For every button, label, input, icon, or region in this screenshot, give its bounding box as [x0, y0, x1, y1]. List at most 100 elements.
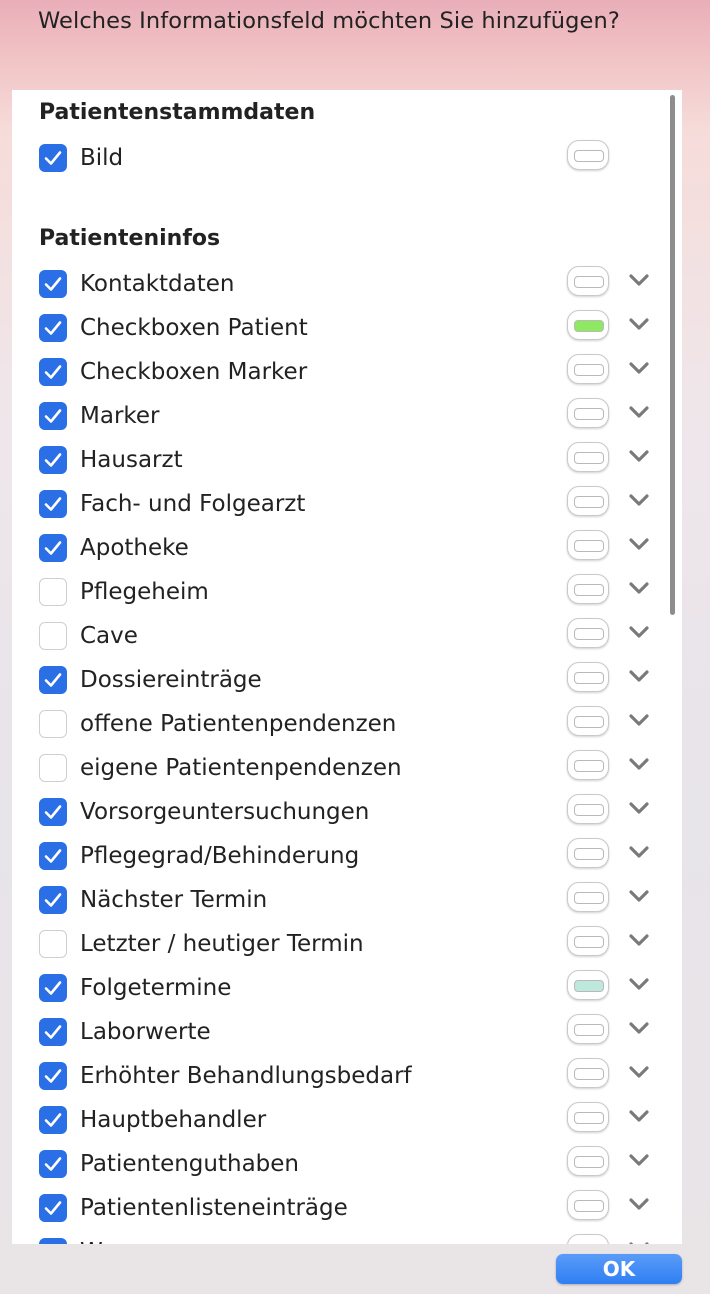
field-row[interactable]: Pflegegrad/Behinderung — [12, 836, 682, 880]
field-row[interactable]: Hausarzt — [12, 440, 682, 484]
color-swatch-icon[interactable] — [567, 1234, 609, 1244]
field-row[interactable]: Cave — [12, 616, 682, 660]
color-swatch-icon[interactable] — [567, 1058, 609, 1088]
field-checkbox[interactable] — [39, 534, 67, 562]
chevron-down-icon[interactable] — [628, 713, 650, 727]
color-swatch-icon[interactable] — [567, 706, 609, 736]
field-row[interactable]: Nächster Termin — [12, 880, 682, 924]
chevron-down-icon[interactable] — [628, 449, 650, 463]
color-swatch-icon[interactable] — [567, 662, 609, 692]
field-checkbox[interactable] — [39, 930, 67, 958]
field-checkbox[interactable] — [39, 974, 67, 1002]
color-swatch-icon[interactable] — [567, 750, 609, 780]
color-swatch-icon[interactable] — [567, 794, 609, 824]
field-checkbox[interactable] — [39, 886, 67, 914]
color-swatch-fill — [574, 1200, 604, 1212]
chevron-down-icon[interactable] — [628, 537, 650, 551]
color-swatch-icon[interactable] — [567, 354, 609, 384]
chevron-down-icon[interactable] — [628, 581, 650, 595]
field-row[interactable]: eigene Patientenpendenzen — [12, 748, 682, 792]
field-row[interactable]: Kontaktdaten — [12, 264, 682, 308]
field-checkbox[interactable] — [39, 1018, 67, 1046]
field-checkbox[interactable] — [39, 1194, 67, 1222]
ok-button[interactable]: OK — [556, 1254, 682, 1284]
color-swatch-icon[interactable] — [567, 486, 609, 516]
color-swatch-icon[interactable] — [567, 1014, 609, 1044]
field-row[interactable]: Fach- und Folgearzt — [12, 484, 682, 528]
field-row[interactable]: Letzter / heutiger Termin — [12, 924, 682, 968]
chevron-down-icon[interactable] — [628, 1065, 650, 1079]
field-list-panel[interactable]: Patientenstammdaten Bild Patienteninfos Kon… — [12, 90, 682, 1244]
chevron-down-icon[interactable] — [628, 1153, 650, 1167]
chevron-down-icon[interactable] — [628, 845, 650, 859]
field-row[interactable]: Laborwerte — [12, 1012, 682, 1056]
scrollbar-thumb[interactable] — [670, 95, 675, 615]
color-swatch-icon[interactable] — [567, 442, 609, 472]
field-row[interactable]: Dossiereinträge — [12, 660, 682, 704]
chevron-down-icon[interactable] — [628, 1109, 650, 1123]
chevron-down-icon[interactable] — [628, 1197, 650, 1211]
field-checkbox[interactable] — [39, 144, 67, 172]
field-checkbox[interactable] — [39, 1238, 67, 1244]
field-row[interactable]: Pflegeheim — [12, 572, 682, 616]
color-swatch-fill — [574, 452, 604, 464]
chevron-down-icon[interactable] — [628, 273, 650, 287]
chevron-down-icon[interactable] — [628, 493, 650, 507]
color-swatch-icon[interactable] — [567, 574, 609, 604]
field-checkbox[interactable] — [39, 490, 67, 518]
chevron-down-icon[interactable] — [628, 1021, 650, 1035]
field-checkbox[interactable] — [39, 842, 67, 870]
color-swatch-icon[interactable] — [567, 926, 609, 956]
chevron-down-icon[interactable] — [628, 933, 650, 947]
field-checkbox[interactable] — [39, 1062, 67, 1090]
field-checkbox[interactable] — [39, 314, 67, 342]
color-swatch-icon[interactable] — [567, 1102, 609, 1132]
field-checkbox[interactable] — [39, 622, 67, 650]
field-row[interactable]: Checkboxen Marker — [12, 352, 682, 396]
field-row[interactable]: Checkboxen Patient — [12, 308, 682, 352]
field-row[interactable]: Bild — [12, 138, 682, 182]
color-swatch-icon[interactable] — [567, 970, 609, 1000]
color-swatch-icon[interactable] — [567, 1190, 609, 1220]
field-checkbox[interactable] — [39, 798, 67, 826]
field-checkbox[interactable] — [39, 1106, 67, 1134]
chevron-down-icon[interactable] — [628, 625, 650, 639]
field-row[interactable]: Erhöhter Behandlungsbedarf — [12, 1056, 682, 1100]
field-row[interactable]: Marker — [12, 396, 682, 440]
chevron-down-icon[interactable] — [628, 1241, 650, 1244]
color-swatch-icon[interactable] — [567, 530, 609, 560]
field-row[interactable]: Apotheke — [12, 528, 682, 572]
color-swatch-icon[interactable] — [567, 1146, 609, 1176]
field-checkbox[interactable] — [39, 270, 67, 298]
field-checkbox[interactable] — [39, 402, 67, 430]
chevron-down-icon[interactable] — [628, 889, 650, 903]
color-swatch-icon[interactable] — [567, 618, 609, 648]
field-row[interactable]: Patientenlisteneinträge — [12, 1188, 682, 1232]
field-row[interactable]: Patientenguthaben — [12, 1144, 682, 1188]
chevron-down-icon[interactable] — [628, 317, 650, 331]
color-swatch-icon[interactable] — [567, 140, 609, 170]
chevron-down-icon[interactable] — [628, 977, 650, 991]
field-checkbox[interactable] — [39, 1150, 67, 1178]
color-swatch-icon[interactable] — [567, 266, 609, 296]
chevron-down-icon[interactable] — [628, 801, 650, 815]
field-checkbox[interactable] — [39, 358, 67, 386]
color-swatch-icon[interactable] — [567, 398, 609, 428]
field-checkbox[interactable] — [39, 446, 67, 474]
field-checkbox[interactable] — [39, 754, 67, 782]
field-row[interactable]: W — [12, 1232, 682, 1244]
color-swatch-icon[interactable] — [567, 838, 609, 868]
color-swatch-icon[interactable] — [567, 310, 609, 340]
chevron-down-icon[interactable] — [628, 405, 650, 419]
field-checkbox[interactable] — [39, 710, 67, 738]
field-row[interactable]: offene Patientenpendenzen — [12, 704, 682, 748]
chevron-down-icon[interactable] — [628, 361, 650, 375]
color-swatch-icon[interactable] — [567, 882, 609, 912]
chevron-down-icon[interactable] — [628, 757, 650, 771]
chevron-down-icon[interactable] — [628, 669, 650, 683]
field-row[interactable]: Vorsorgeuntersuchungen — [12, 792, 682, 836]
field-row[interactable]: Folgetermine — [12, 968, 682, 1012]
field-checkbox[interactable] — [39, 666, 67, 694]
field-checkbox[interactable] — [39, 578, 67, 606]
field-row[interactable]: Hauptbehandler — [12, 1100, 682, 1144]
